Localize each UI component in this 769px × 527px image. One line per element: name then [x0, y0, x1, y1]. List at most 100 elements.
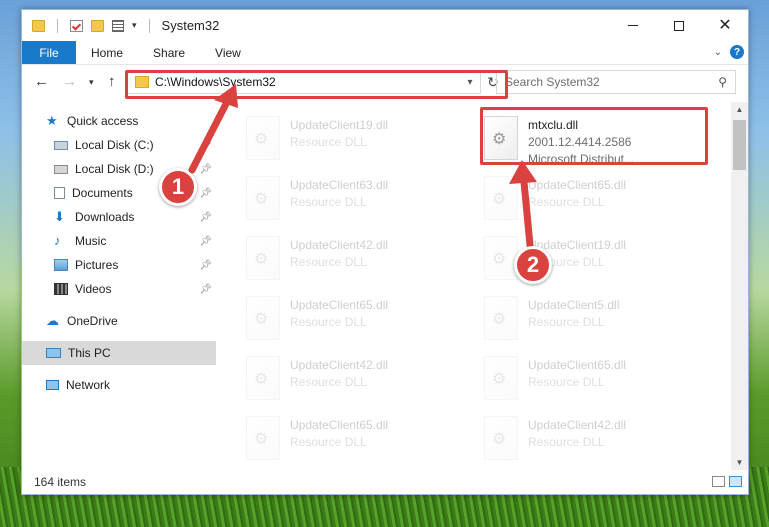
- sidebar-item-label: Quick access: [67, 114, 139, 128]
- pin-icon[interactable]: 📌︎: [199, 188, 212, 199]
- navigation-pane: ★ Quick access Local Disk (C:) 📌︎ Local …: [22, 109, 216, 470]
- dll-file-icon: [246, 296, 280, 340]
- tab-share[interactable]: Share: [138, 41, 200, 64]
- customize-icon[interactable]: [112, 19, 124, 32]
- sidebar-item-music[interactable]: ♪ Music 📌︎: [22, 229, 216, 253]
- divider: [148, 18, 150, 33]
- scrollbar-thumb[interactable]: [733, 120, 746, 170]
- search-input[interactable]: Search System32 ⚲: [496, 70, 736, 94]
- window-controls: ✕: [610, 10, 748, 41]
- expand-ribbon-icon[interactable]: ⌄: [714, 47, 722, 58]
- sidebar-item-network[interactable]: Network: [22, 373, 216, 397]
- minimize-icon: [628, 25, 638, 26]
- quick-access-toolbar: ▾ System32: [22, 18, 219, 33]
- download-icon: ⬇: [54, 209, 65, 224]
- file-name: UpdateClient19.dll: [290, 118, 389, 132]
- pin-icon[interactable]: 📌︎: [199, 140, 212, 151]
- tab-home[interactable]: Home: [76, 41, 138, 64]
- sidebar-item-downloads[interactable]: ⬇ Downloads 📌︎: [22, 205, 216, 229]
- up-arrow-icon[interactable]: ↑: [108, 73, 116, 90]
- close-button[interactable]: ✕: [702, 10, 748, 41]
- drive-icon: [54, 164, 68, 174]
- sidebar-item-quick-access[interactable]: ★ Quick access: [22, 109, 216, 133]
- music-icon: ♪: [54, 233, 61, 248]
- pictures-icon: [54, 259, 68, 271]
- scroll-up-icon[interactable]: ▲: [731, 105, 748, 114]
- drive-icon: [54, 140, 68, 150]
- sidebar-item-this-pc[interactable]: This PC: [22, 341, 216, 365]
- sidebar-item-label: Network: [66, 378, 111, 392]
- pin-icon[interactable]: 📌︎: [199, 284, 212, 295]
- maximize-button[interactable]: [656, 10, 702, 41]
- pin-icon[interactable]: 📌︎: [199, 236, 212, 247]
- file-item[interactable]: UpdateClient5.dll Resource DLL: [472, 290, 702, 346]
- sidebar-item-label: Local Disk (D:): [75, 162, 154, 176]
- pin-icon[interactable]: 📌︎: [199, 212, 212, 223]
- dll-file-icon: [484, 236, 518, 280]
- dll-file-icon: [484, 416, 518, 460]
- dll-file-icon: [246, 116, 280, 160]
- dll-file-icon: [484, 176, 518, 220]
- file-item[interactable]: UpdateClient42.dll Resource DLL: [234, 350, 464, 406]
- vertical-scrollbar[interactable]: ▲ ▼: [731, 102, 748, 470]
- properties-check-icon[interactable]: [70, 19, 83, 32]
- sidebar-item-label: Videos: [75, 282, 112, 296]
- close-icon: ✕: [718, 16, 732, 34]
- file-item[interactable]: UpdateClient42.dll Resource DLL: [234, 230, 464, 286]
- dll-file-icon: [246, 236, 280, 280]
- chevron-down-icon[interactable]: ▾: [132, 20, 137, 31]
- tiles-view-icon[interactable]: [729, 476, 742, 487]
- file-name: UpdateClient42.dll: [290, 238, 389, 252]
- file-type: Resource DLL: [528, 435, 605, 449]
- file-type: Resource DLL: [528, 375, 605, 389]
- help-icon[interactable]: ?: [730, 45, 744, 59]
- documents-icon: [54, 187, 65, 199]
- recent-locations-icon[interactable]: ▾: [89, 77, 94, 88]
- tab-file[interactable]: File: [22, 41, 76, 64]
- details-view-icon[interactable]: [712, 476, 725, 487]
- search-placeholder: Search System32: [505, 75, 600, 89]
- sidebar-item-label: Documents: [72, 186, 133, 200]
- maximize-icon: [674, 20, 684, 31]
- file-type: Resource DLL: [528, 315, 605, 329]
- forward-arrow-icon[interactable]: →: [62, 73, 77, 90]
- back-arrow-icon[interactable]: ←: [34, 73, 49, 90]
- file-item[interactable]: UpdateClient65.dll Resource DLL: [234, 410, 464, 466]
- sidebar-item-videos[interactable]: Videos 📌︎: [22, 277, 216, 301]
- item-count: 164 items: [34, 475, 87, 489]
- file-type: Resource DLL: [290, 315, 367, 329]
- sidebar-item-onedrive[interactable]: ☁ OneDrive: [22, 309, 216, 333]
- file-item[interactable]: UpdateClient65.dll Resource DLL: [472, 350, 702, 406]
- file-item[interactable]: UpdateClient65.dll Resource DLL: [472, 170, 702, 226]
- new-folder-icon[interactable]: [91, 19, 104, 32]
- file-name: UpdateClient63.dll: [290, 178, 389, 192]
- dll-file-icon: [246, 176, 280, 220]
- file-name: UpdateClient65.dll: [290, 418, 389, 432]
- file-item[interactable]: UpdateClient63.dll Resource DLL: [234, 170, 464, 226]
- file-type: Resource DLL: [290, 255, 367, 269]
- dll-file-icon: [246, 356, 280, 400]
- file-name: UpdateClient65.dll: [528, 178, 627, 192]
- file-item[interactable]: UpdateClient65.dll Resource DLL: [234, 290, 464, 346]
- minimize-button[interactable]: [610, 10, 656, 41]
- pin-icon[interactable]: 📌︎: [199, 164, 212, 175]
- scroll-down-icon[interactable]: ▼: [731, 458, 748, 467]
- folder-icon[interactable]: [32, 19, 45, 32]
- file-item[interactable]: UpdateClient19.dllResource DLL: [472, 230, 702, 286]
- tab-view[interactable]: View: [200, 41, 256, 64]
- view-toggle: [712, 476, 742, 487]
- file-type: Resource DLL: [290, 375, 367, 389]
- ribbon-tabs: File Home Share View ⌄ ?: [22, 41, 748, 65]
- sidebar-item-local-disk-c[interactable]: Local Disk (C:) 📌︎: [22, 133, 216, 157]
- file-name: UpdateClient65.dll: [290, 298, 389, 312]
- file-type: Resource DLL: [290, 135, 367, 149]
- pin-icon[interactable]: 📌︎: [199, 260, 212, 271]
- star-icon: ★: [46, 113, 58, 128]
- computer-icon: [46, 348, 61, 358]
- title-bar: ▾ System32 ✕: [22, 10, 748, 41]
- sidebar-item-pictures[interactable]: Pictures 📌︎: [22, 253, 216, 277]
- file-item[interactable]: UpdateClient42.dll Resource DLL: [472, 410, 702, 466]
- file-name: UpdateClient42.dll: [290, 358, 389, 372]
- callout-1: 1: [159, 168, 197, 206]
- file-item[interactable]: UpdateClient19.dll Resource DLL: [234, 110, 464, 166]
